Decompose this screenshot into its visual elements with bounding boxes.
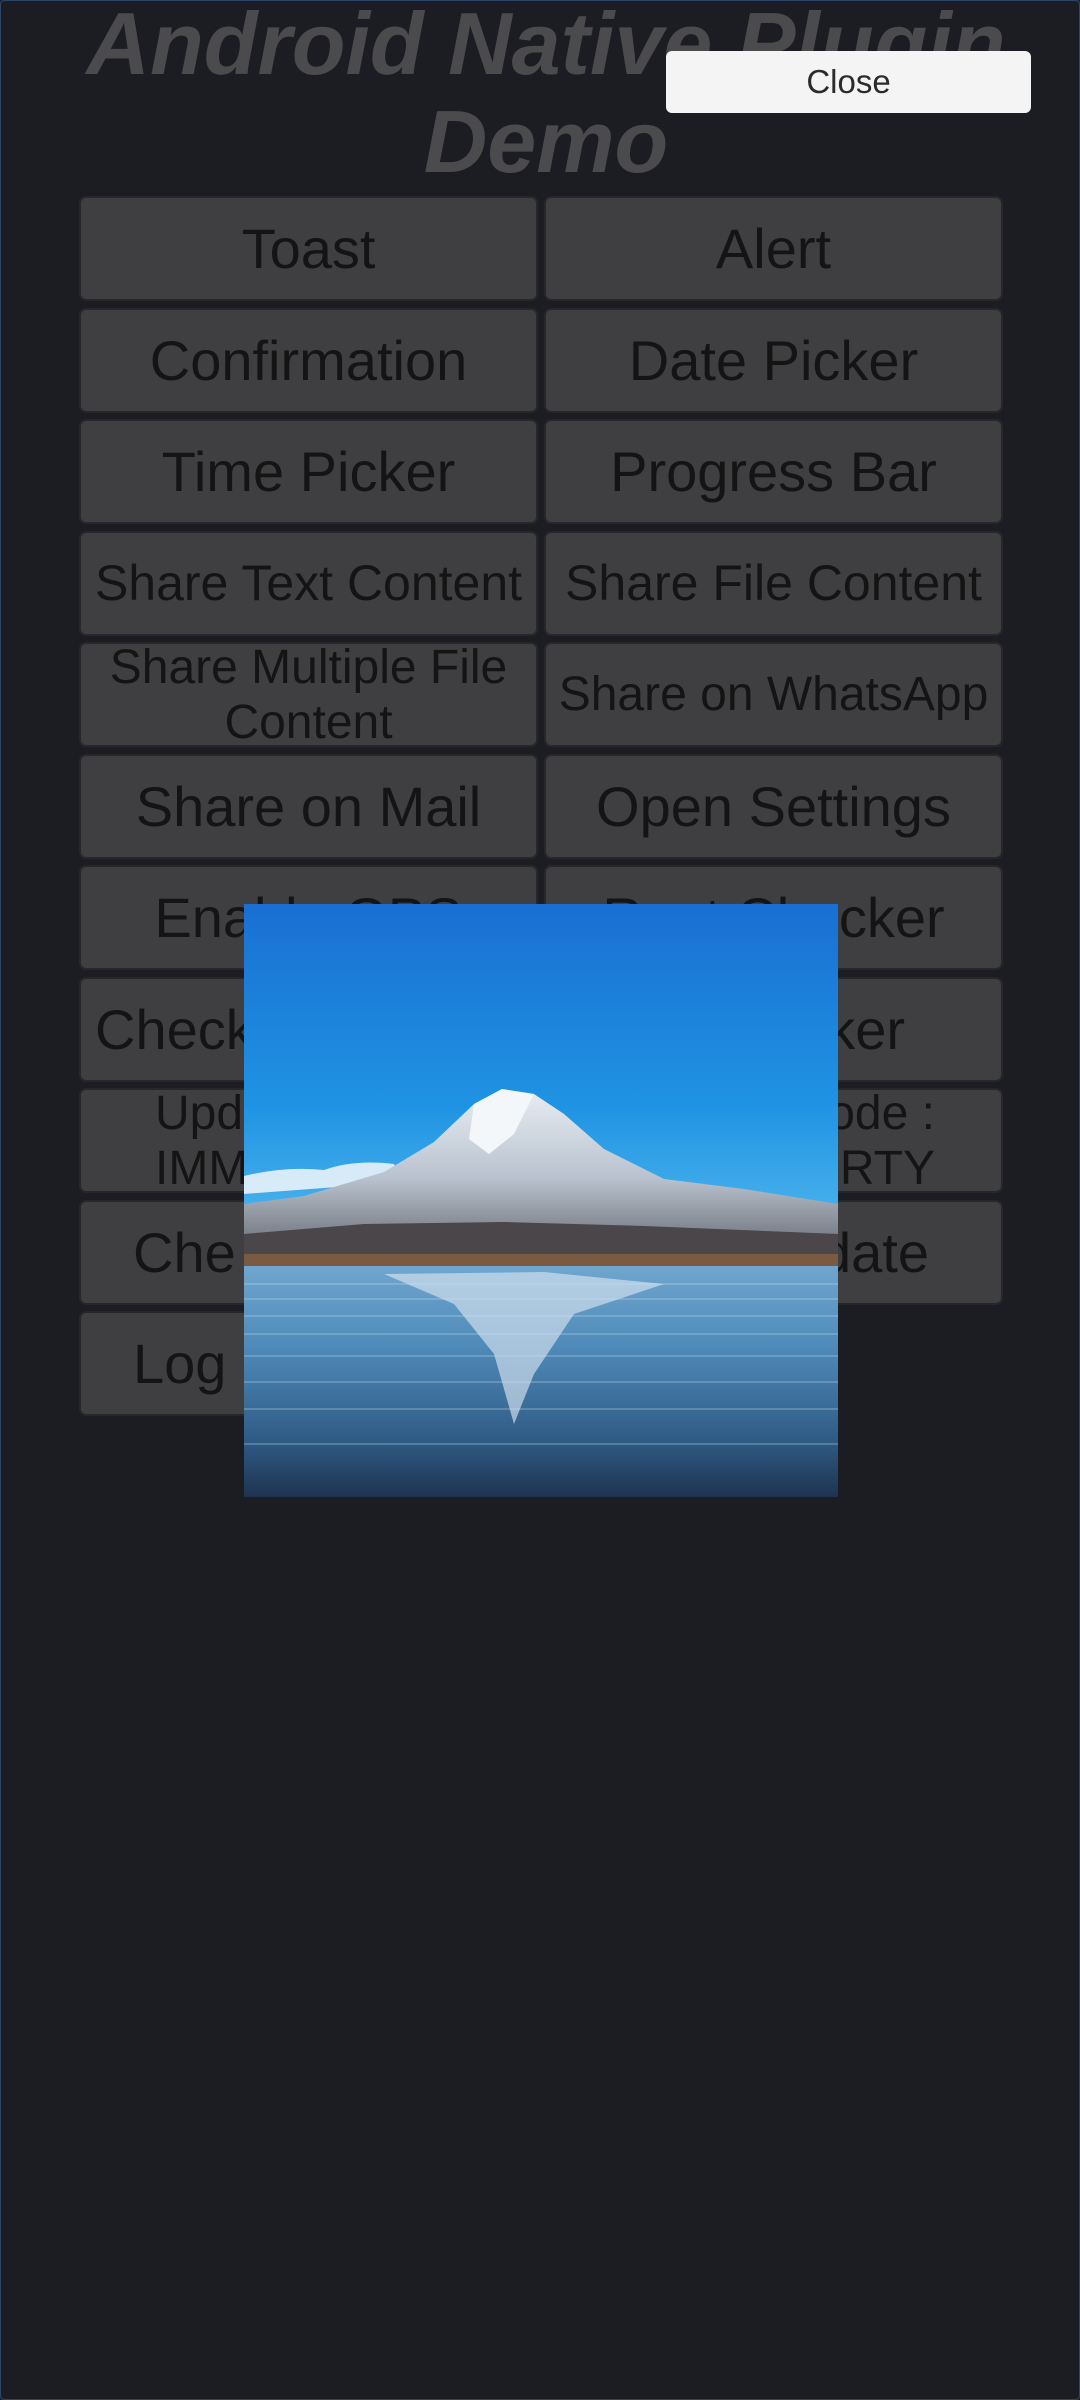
share-text-content-button[interactable]: Share Text Content: [79, 530, 538, 636]
share-on-mail-button[interactable]: Share on Mail: [79, 753, 538, 859]
toast-button[interactable]: Toast: [79, 196, 538, 301]
open-settings-button[interactable]: Open Settings: [544, 753, 1003, 859]
time-picker-button[interactable]: Time Picker: [79, 419, 538, 524]
alert-button[interactable]: Alert: [544, 196, 1003, 301]
app-screen: Android Native Plugin Demo Toast Alert C…: [0, 0, 1080, 2400]
mountain-lake-image: [244, 904, 838, 1497]
share-on-whatsapp-button[interactable]: Share on WhatsApp: [544, 642, 1003, 747]
confirmation-button[interactable]: Confirmation: [79, 307, 538, 413]
share-multiple-file-content-button[interactable]: Share Multiple File Content: [79, 642, 538, 747]
date-picker-button[interactable]: Date Picker: [544, 307, 1003, 413]
share-file-content-button[interactable]: Share File Content: [544, 530, 1003, 636]
progress-bar-button[interactable]: Progress Bar: [544, 419, 1003, 524]
close-button[interactable]: Close: [666, 51, 1031, 113]
